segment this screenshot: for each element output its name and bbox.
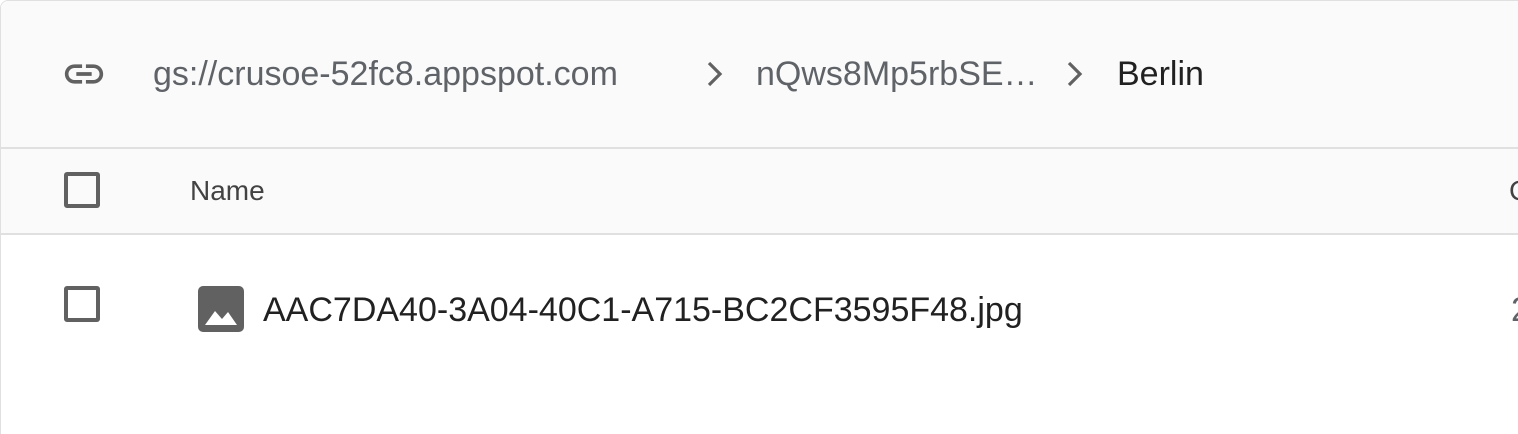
storage-browser-panel: gs://crusoe-52fc8.appspot.com nQws8Mp5rb… <box>0 0 1518 434</box>
column-header-name[interactable]: Name <box>190 173 265 209</box>
breadcrumb-bucket[interactable]: gs://crusoe-52fc8.appspot.com <box>153 53 618 95</box>
image-file-icon <box>197 285 245 333</box>
file-name-link[interactable]: AAC7DA40-3A04-40C1-A715-BC2CF3595F48.jpg <box>263 289 1023 331</box>
chevron-right-icon <box>1064 59 1086 89</box>
link-icon[interactable] <box>55 51 113 97</box>
column-header-next[interactable]: C <box>1509 173 1518 209</box>
row-next-column-value: 2 <box>1511 289 1518 331</box>
select-all-checkbox[interactable] <box>64 172 100 208</box>
breadcrumb-folder[interactable]: nQws8Mp5rbSE… <box>756 53 1038 95</box>
row-checkbox[interactable] <box>64 286 100 322</box>
breadcrumb-current: Berlin <box>1117 55 1204 93</box>
table-row[interactable]: AAC7DA40-3A04-40C1-A715-BC2CF3595F48.jpg… <box>1 235 1518 385</box>
chevron-right-icon <box>704 59 726 89</box>
table-header: Name C <box>1 149 1518 235</box>
breadcrumb: gs://crusoe-52fc8.appspot.com nQws8Mp5rb… <box>1 1 1518 149</box>
